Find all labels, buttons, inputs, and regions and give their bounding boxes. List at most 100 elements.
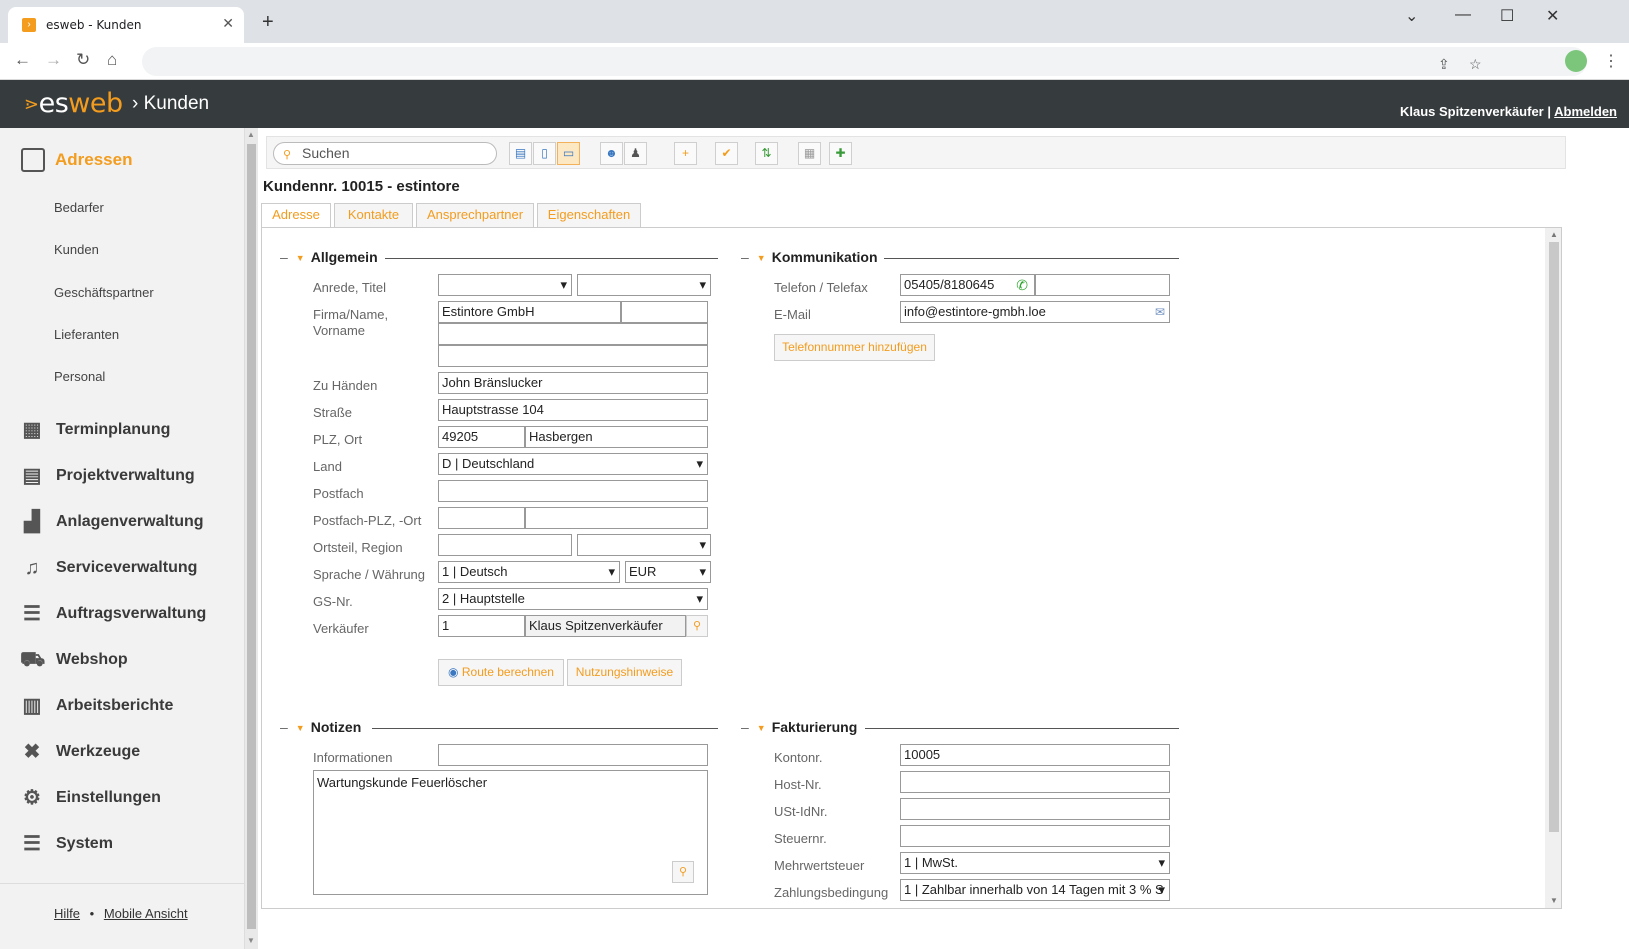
panel-scrollbar[interactable]: ▲ ▼	[1545, 228, 1561, 908]
postfach-plz-input[interactable]	[438, 507, 525, 529]
maximize-icon[interactable]: ☐	[1500, 6, 1514, 26]
kontonr-input[interactable]: 10005	[900, 744, 1170, 766]
sidebar-section-anlagenverwaltung[interactable]: ▟ Anlagenverwaltung	[20, 510, 203, 534]
scroll-up-icon[interactable]: ▲	[1550, 230, 1558, 239]
close-tab-icon[interactable]: ✕	[222, 15, 234, 32]
notes-lookup-icon[interactable]: ⚲	[672, 861, 694, 883]
detail-view-icon[interactable]: ▯	[533, 142, 556, 165]
telefax-input[interactable]	[1035, 274, 1170, 296]
steuernr-input[interactable]	[900, 825, 1170, 847]
bookmark-star-icon[interactable]: ☆	[1469, 56, 1482, 73]
browser-tab[interactable]: › esweb - Kunden ✕	[8, 7, 244, 43]
section-fakturierung-header[interactable]: – ▼ Fakturierung	[741, 719, 857, 735]
ort-input[interactable]: Hasbergen	[525, 426, 708, 448]
sidebar-section-adressen[interactable]: Adressen	[55, 150, 132, 170]
postfach-ort-input[interactable]	[525, 507, 708, 529]
sidebar-section-einstellungen[interactable]: ⚙ Einstellungen	[20, 786, 161, 810]
sidebar-section-terminplanung[interactable]: ▦ Terminplanung	[20, 418, 171, 442]
name2-input[interactable]	[438, 323, 708, 345]
address-bar[interactable]: ⇪ ☆	[142, 47, 1587, 76]
sprache-select[interactable]: 1 | Deutsch	[438, 561, 620, 583]
firma-input[interactable]: Estintore GmbH	[438, 301, 621, 323]
scroll-thumb[interactable]	[247, 144, 256, 929]
save-check-icon[interactable]: ✔	[715, 142, 738, 165]
sidebar-item-bedarfer[interactable]: Bedarfer	[54, 200, 104, 215]
sidebar-item-lieferanten[interactable]: Lieferanten	[54, 327, 119, 342]
report-icon[interactable]: ▦	[798, 142, 821, 165]
scroll-down-icon[interactable]: ▼	[1550, 896, 1558, 905]
region-select[interactable]	[577, 534, 711, 556]
anrede-select[interactable]	[438, 274, 572, 296]
notes-textarea[interactable]: Wartungskunde Feuerlöscher ⚲	[313, 770, 708, 895]
sidebar-section-projektverwaltung[interactable]: ▤ Projektverwaltung	[20, 464, 195, 488]
land-select[interactable]: D | Deutschland	[438, 453, 708, 475]
telefon-input[interactable]: 05405/8180645 ✆	[900, 274, 1035, 296]
section-notizen-header[interactable]: – ▼ Notizen	[280, 719, 361, 735]
excel-export-icon[interactable]: ✚	[829, 142, 852, 165]
name3-input[interactable]	[438, 345, 708, 367]
sidebar-item-personal[interactable]: Personal	[54, 369, 105, 384]
list-view-icon[interactable]: ▤	[509, 142, 532, 165]
plz-input[interactable]: 49205	[438, 426, 525, 448]
sidebar-section-webshop[interactable]: ⛟ Webshop	[20, 648, 128, 672]
share-icon[interactable]: ⇪	[1438, 56, 1450, 73]
back-icon[interactable]: ←	[14, 50, 31, 70]
close-window-icon[interactable]: ✕	[1546, 6, 1559, 26]
hostnr-input[interactable]	[900, 771, 1170, 793]
sort-icon[interactable]: ⇅	[755, 142, 778, 165]
sidebar-section-serviceverwaltung[interactable]: ♫ Serviceverwaltung	[20, 556, 198, 580]
verkaeufer-nr-input[interactable]: 1	[438, 615, 525, 637]
scroll-up-icon[interactable]: ▲	[247, 130, 255, 139]
zahlung-select[interactable]: 1 | Zahlbar innerhalb von 14 Tagen mit 3…	[900, 879, 1170, 901]
email-input[interactable]: info@estintore-gmbh.loe ✉	[900, 301, 1170, 323]
user-settings-icon[interactable]: ♟	[624, 142, 647, 165]
phone-call-icon[interactable]: ✆	[1016, 275, 1028, 295]
mail-icon[interactable]: ✉	[1155, 302, 1165, 322]
gsnr-select[interactable]: 2 | Hauptstelle	[438, 588, 708, 610]
scroll-down-icon[interactable]: ▼	[247, 936, 255, 945]
folder-view-icon[interactable]: ▭	[557, 142, 580, 165]
minimize-icon[interactable]: —	[1455, 6, 1471, 24]
waehrung-select[interactable]: EUR	[625, 561, 711, 583]
esweb-logo[interactable]: ⋗esweb	[24, 88, 123, 119]
nutzungshinweise-button[interactable]: Nutzungshinweise	[567, 659, 682, 686]
logout-link[interactable]: Abmelden	[1554, 104, 1617, 119]
section-allgemein-header[interactable]: – ▼ Allgemein	[280, 249, 378, 265]
help-link[interactable]: Hilfe	[54, 906, 80, 921]
reload-icon[interactable]: ↻	[76, 50, 90, 70]
zuhaenden-input[interactable]: John Bränslucker	[438, 372, 708, 394]
strasse-input[interactable]: Hauptstrasse 104	[438, 399, 708, 421]
add-phone-button[interactable]: Telefonnummer hinzufügen	[774, 334, 935, 361]
add-icon[interactable]: +	[674, 142, 697, 165]
tab-eigenschaften[interactable]: Eigenschaften	[537, 203, 641, 227]
ustid-input[interactable]	[900, 798, 1170, 820]
tab-ansprechpartner[interactable]: Ansprechpartner	[416, 203, 534, 227]
lookup-search-icon[interactable]: ⚲	[686, 615, 708, 637]
vorname-input[interactable]	[621, 301, 708, 323]
sidebar-section-arbeitsberichte[interactable]: ▥ Arbeitsberichte	[20, 694, 174, 718]
tab-search-icon[interactable]: ⌄	[1405, 6, 1418, 26]
sidebar-item-geschaeftspartner[interactable]: Geschäftspartner	[54, 285, 154, 300]
section-kommunikation-header[interactable]: – ▼ Kommunikation	[741, 249, 878, 265]
scroll-thumb[interactable]	[1549, 242, 1559, 832]
user-group-icon[interactable]: ☻	[600, 142, 623, 165]
sidebar-scrollbar[interactable]: ▲ ▼	[245, 128, 258, 949]
route-button[interactable]: ◉ Route berechnen	[438, 659, 564, 686]
search-input[interactable]: ⚲ Suchen	[273, 142, 497, 165]
menu-icon[interactable]: ⋮	[1603, 51, 1619, 71]
titel-select[interactable]	[577, 274, 711, 296]
ortsteil-input[interactable]	[438, 534, 572, 556]
mwst-select[interactable]: 1 | MwSt.	[900, 852, 1170, 874]
tab-adresse[interactable]: Adresse	[261, 203, 331, 228]
tab-kontakte[interactable]: Kontakte	[334, 203, 413, 227]
home-icon[interactable]: ⌂	[107, 50, 117, 70]
sidebar-section-system[interactable]: ☰ System	[20, 832, 113, 856]
postfach-input[interactable]	[438, 480, 708, 502]
informationen-input[interactable]	[438, 744, 708, 766]
profile-avatar[interactable]	[1565, 50, 1587, 72]
new-tab-button[interactable]: +	[262, 12, 274, 32]
mobile-view-link[interactable]: Mobile Ansicht	[104, 906, 188, 921]
forward-icon[interactable]: →	[45, 50, 62, 70]
sidebar-item-kunden[interactable]: Kunden	[54, 242, 99, 257]
sidebar-section-werkzeuge[interactable]: ✖ Werkzeuge	[20, 740, 141, 764]
